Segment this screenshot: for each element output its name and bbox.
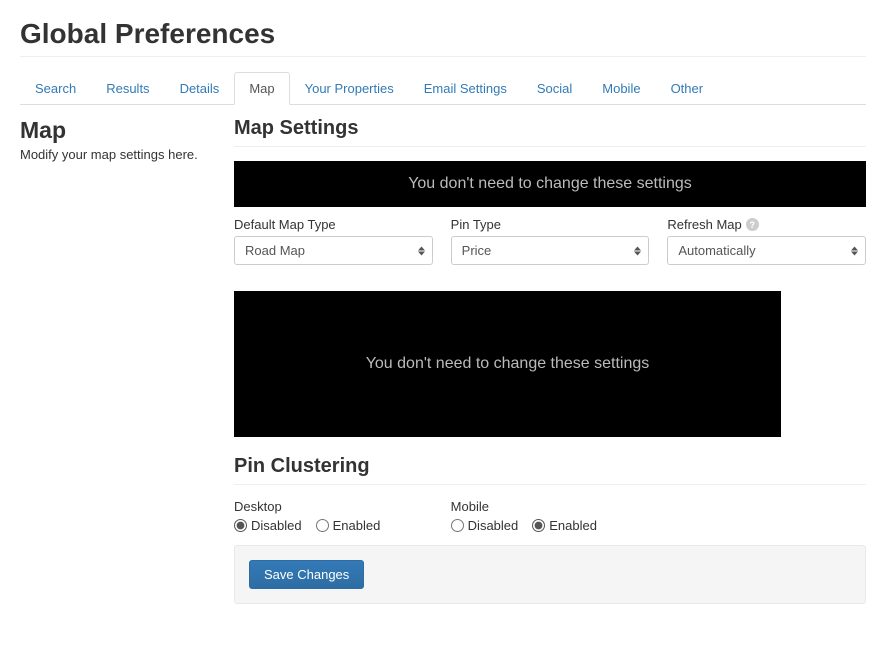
settings-notice-banner-2: You don't need to change these settings xyxy=(234,291,781,437)
radio-label: Enabled xyxy=(333,518,381,533)
radio-label: Disabled xyxy=(251,518,302,533)
page-title: Global Preferences xyxy=(20,18,866,50)
save-button[interactable]: Save Changes xyxy=(249,560,364,589)
sidebar: Map Modify your map settings here. xyxy=(20,117,234,604)
pin-clustering-mobile-disabled[interactable]: Disabled xyxy=(451,518,519,533)
tab-map[interactable]: Map xyxy=(234,72,289,105)
radio-label: Disabled xyxy=(468,518,519,533)
default-map-type-label: Default Map Type xyxy=(234,217,433,232)
radio-input[interactable] xyxy=(451,519,464,532)
section-map-settings-title: Map Settings xyxy=(234,117,866,140)
tabs-nav: Search Results Details Map Your Properti… xyxy=(20,71,866,105)
refresh-map-select[interactable]: Automatically xyxy=(667,236,866,265)
refresh-map-label: Refresh Map ? xyxy=(667,217,866,232)
pin-clustering-desktop-enabled[interactable]: Enabled xyxy=(316,518,381,533)
pin-clustering-mobile-enabled[interactable]: Enabled xyxy=(532,518,597,533)
section-divider xyxy=(234,146,866,147)
tab-search[interactable]: Search xyxy=(20,72,91,105)
tab-other[interactable]: Other xyxy=(656,72,719,105)
sidebar-subtitle: Modify your map settings here. xyxy=(20,147,218,162)
tab-details[interactable]: Details xyxy=(165,72,235,105)
help-icon[interactable]: ? xyxy=(746,218,759,231)
section-pin-clustering-title: Pin Clustering xyxy=(234,455,866,478)
pin-type-select[interactable]: Price xyxy=(451,236,650,265)
tab-results[interactable]: Results xyxy=(91,72,164,105)
tab-your-properties[interactable]: Your Properties xyxy=(290,72,409,105)
pin-clustering-mobile-label: Mobile xyxy=(451,499,650,514)
settings-notice-banner: You don't need to change these settings xyxy=(234,161,866,207)
tab-social[interactable]: Social xyxy=(522,72,587,105)
tab-email-settings[interactable]: Email Settings xyxy=(409,72,522,105)
section-divider-2 xyxy=(234,484,866,485)
title-divider xyxy=(20,56,866,57)
pin-clustering-desktop-disabled[interactable]: Disabled xyxy=(234,518,302,533)
sidebar-title: Map xyxy=(20,117,218,144)
radio-input[interactable] xyxy=(316,519,329,532)
main-content: Map Settings You don't need to change th… xyxy=(234,117,866,604)
radio-input[interactable] xyxy=(234,519,247,532)
save-bar: Save Changes xyxy=(234,545,866,604)
pin-clustering-desktop-label: Desktop xyxy=(234,499,433,514)
tab-mobile[interactable]: Mobile xyxy=(587,72,655,105)
radio-label: Enabled xyxy=(549,518,597,533)
radio-input[interactable] xyxy=(532,519,545,532)
pin-type-label: Pin Type xyxy=(451,217,650,232)
default-map-type-select[interactable]: Road Map xyxy=(234,236,433,265)
